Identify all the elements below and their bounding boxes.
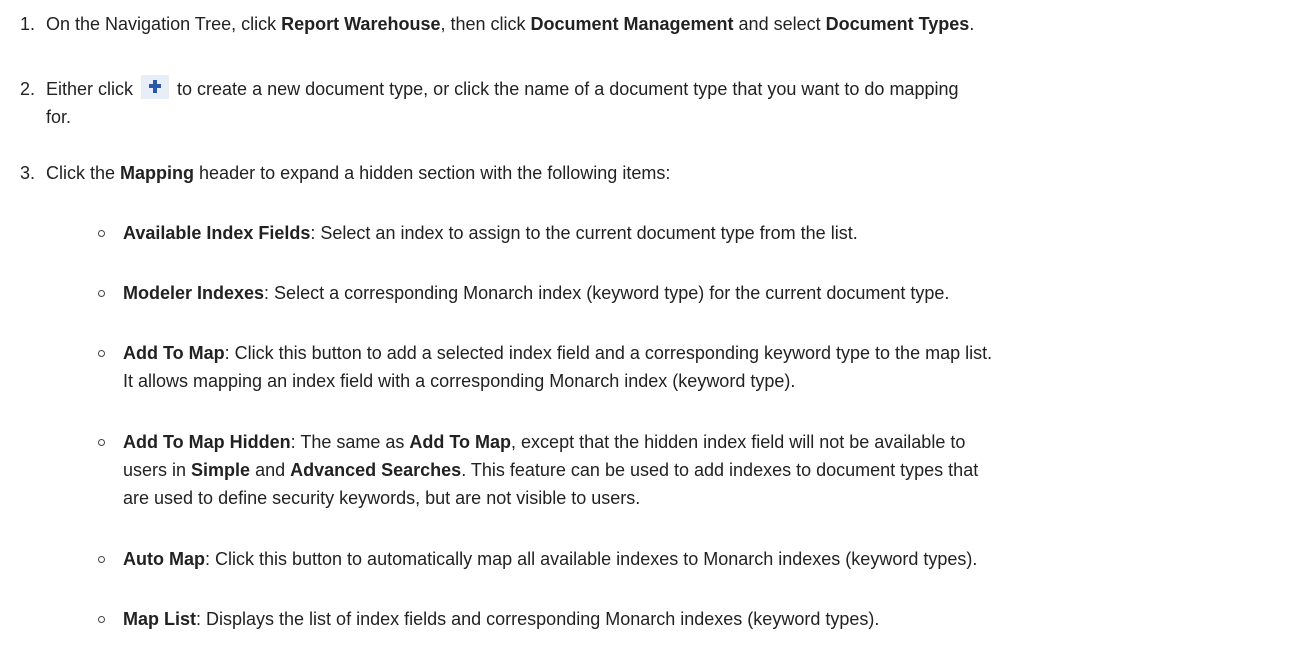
- bullet-icon: [98, 439, 105, 446]
- document-types-term: Document Types: [825, 14, 970, 34]
- step-number: 2.: [20, 79, 36, 99]
- step-number: 3.: [20, 163, 36, 183]
- bullet-icon: [98, 230, 105, 237]
- step-text: Click the Mapping header to expand a hid…: [46, 163, 671, 183]
- mapping-term: Mapping: [120, 163, 195, 183]
- step-text: On the Navigation Tree, click Report War…: [46, 14, 975, 34]
- bullet-icon: [98, 290, 105, 297]
- bullet-icon: [98, 616, 105, 623]
- add-plus-icon: [141, 75, 170, 99]
- bullet-icon: [98, 350, 105, 357]
- step-number: 1.: [20, 14, 36, 34]
- report-warehouse-term: Report Warehouse: [281, 14, 441, 34]
- bullet-icon: [98, 556, 105, 563]
- step-text: Either click to create a new document ty…: [46, 75, 1290, 131]
- document-management-term: Document Management: [530, 14, 734, 34]
